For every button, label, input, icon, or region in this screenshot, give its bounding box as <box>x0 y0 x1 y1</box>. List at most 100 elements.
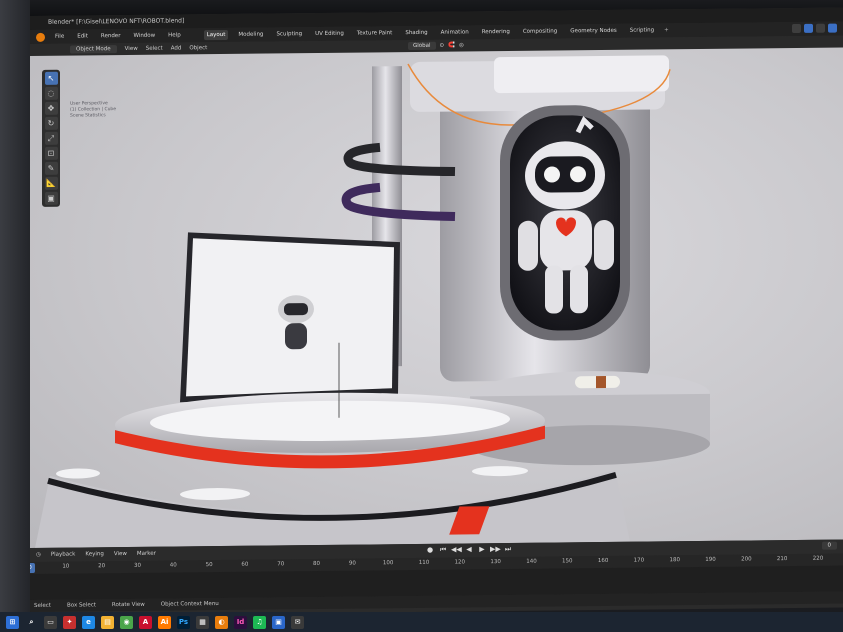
status-select: Select <box>34 602 51 609</box>
timeline-menu-keying[interactable]: Keying <box>85 551 103 557</box>
app-icon-2[interactable]: ▣ <box>272 615 285 629</box>
timeline-tick: 150 <box>562 558 573 565</box>
transform-controls: Global ⊙ 🧲 ◎ <box>408 39 464 52</box>
current-frame-field[interactable]: 0 <box>821 541 837 550</box>
timeline-tick: 30 <box>133 562 141 569</box>
blender-logo-icon[interactable] <box>36 32 45 42</box>
workspace-tab-sculpting[interactable]: Sculpting <box>273 29 305 39</box>
3d-viewport[interactable]: User Perspective (1) Collection | Cube S… <box>30 47 843 549</box>
viewport-menu-select[interactable]: Select <box>146 46 163 52</box>
record-icon[interactable]: ● <box>425 546 435 555</box>
add-workspace-button[interactable]: + <box>664 27 669 33</box>
search-icon[interactable]: ⌕ <box>25 616 38 629</box>
viewport-info-line-3: Scene Statistics <box>70 113 106 119</box>
timeline-tick: 210 <box>776 556 788 563</box>
snap-icon[interactable]: 🧲 <box>448 43 455 49</box>
timeline-menu-marker[interactable]: Marker <box>137 551 156 557</box>
next-key-icon[interactable]: ▶▶ <box>490 545 501 554</box>
timeline-menu-playback[interactable]: Playback <box>51 552 76 558</box>
filter-icon[interactable] <box>828 23 837 33</box>
timeline-tick: 160 <box>597 557 609 565</box>
app-icon-1[interactable]: ▦ <box>196 615 209 629</box>
timeline-tick: 170 <box>633 557 645 564</box>
timeline-editor-icon[interactable]: ◷ <box>36 552 41 558</box>
workspace-tab-compositing[interactable]: Compositing <box>520 26 560 36</box>
proportional-edit-icon[interactable]: ◎ <box>459 42 464 48</box>
render-icon[interactable] <box>816 23 825 33</box>
move-icon[interactable]: ✥ <box>44 101 58 115</box>
pod-robot-left-leg <box>545 265 563 314</box>
workspace-tab-rendering[interactable]: Rendering <box>479 27 513 37</box>
menu-window[interactable]: Window <box>130 31 158 41</box>
timeline-tick: 20 <box>98 563 106 570</box>
workspace-tab-shading[interactable]: Shading <box>402 28 430 38</box>
timeline-tick: 220 <box>812 555 824 562</box>
workspace-tab-texture-paint[interactable]: Texture Paint <box>354 28 396 38</box>
workspace-tab-uv-editing[interactable]: UV Editing <box>312 29 347 39</box>
timeline-tick: 50 <box>205 562 213 569</box>
prev-key-icon[interactable]: ◀◀ <box>451 545 462 554</box>
indesign-icon[interactable]: Id <box>234 615 247 629</box>
select-cursor-icon[interactable]: ↖ <box>44 71 58 85</box>
pivot-icon[interactable]: ⊙ <box>440 43 445 49</box>
pod-robot-right-leg <box>570 265 588 314</box>
workspace-tab-scripting[interactable]: Scripting <box>627 25 657 35</box>
task-view-icon[interactable]: ▭ <box>44 615 57 629</box>
workspace-tab-layout[interactable]: Layout <box>203 29 229 41</box>
workspace-tab-animation[interactable]: Animation <box>438 27 472 37</box>
transform-icon[interactable]: ⊡ <box>44 146 58 160</box>
windows-start-icon[interactable]: ⊞ <box>6 615 19 629</box>
viewport-menu-object[interactable]: Object <box>189 45 207 51</box>
capsule-pill-band <box>596 375 606 389</box>
app-icon-3[interactable]: ✉ <box>291 615 304 629</box>
viewport-menu-add[interactable]: Add <box>171 45 182 51</box>
status-rotate-view: Rotate View <box>111 601 145 609</box>
acrobat-icon[interactable]: A <box>139 615 152 629</box>
timeline-tick: 70 <box>277 561 285 568</box>
photoshop-icon[interactable]: Ps <box>177 615 190 629</box>
view-layer-icon[interactable] <box>804 23 813 33</box>
timeline-tick: 120 <box>454 559 466 566</box>
viewport-menu-view[interactable]: View <box>125 46 138 52</box>
spotify-icon[interactable]: ♫ <box>253 615 266 629</box>
object-mode-dropdown[interactable]: Object Mode <box>70 45 117 54</box>
podium-light-3 <box>56 468 100 479</box>
transform-orientation-dropdown[interactable]: Global <box>408 41 436 51</box>
jump-start-icon[interactable]: ⏮ <box>438 546 448 555</box>
annotate-icon[interactable]: ✎ <box>44 161 58 175</box>
file-explorer-icon[interactable]: ▤ <box>101 615 114 629</box>
status-object-context-menu: Object Context Menu <box>160 601 219 608</box>
status-box-select: Box Select <box>66 602 96 609</box>
scale-icon[interactable]: ⤢ <box>44 131 58 145</box>
workspace-tab-geometry-nodes[interactable]: Geometry Nodes <box>567 26 619 37</box>
timeline-tick: 200 <box>741 556 752 563</box>
play-reverse-icon[interactable]: ◀ <box>464 545 474 554</box>
jump-end-icon[interactable]: ⏭ <box>503 545 513 554</box>
edge-icon[interactable]: e <box>82 615 95 629</box>
pod-robot-face <box>535 156 595 193</box>
timeline-tick: 110 <box>418 559 430 566</box>
add-cube-icon[interactable]: ▣ <box>44 191 58 205</box>
menu-file[interactable]: File <box>52 32 67 42</box>
playhead-frame[interactable]: 0 <box>30 562 35 574</box>
play-icon[interactable]: ▶ <box>477 545 487 554</box>
menu-help[interactable]: Help <box>165 30 184 40</box>
rotate-icon[interactable]: ↻ <box>44 116 58 130</box>
illustrator-icon[interactable]: Ai <box>158 615 171 629</box>
window-title: Blender* [F:\Gisel\LENOVO NFT\ROBOT.blen… <box>48 17 185 26</box>
scene-icon[interactable] <box>792 23 801 34</box>
menu-edit[interactable]: Edit <box>74 31 91 41</box>
chrome-icon[interactable]: ◉ <box>120 615 133 629</box>
cursor-icon[interactable]: ◌ <box>44 86 58 100</box>
pod-robot-right-arm <box>594 219 614 270</box>
podium-light-1 <box>180 488 250 501</box>
app-red-icon[interactable]: ✦ <box>63 615 76 629</box>
timeline-tick: 60 <box>241 561 249 568</box>
playback-controls: ● ⏮ ◀◀ ◀ ▶ ▶▶ ⏭ <box>425 545 513 555</box>
pod-robot-left-arm <box>518 220 538 271</box>
menu-render[interactable]: Render <box>98 31 124 41</box>
measure-icon[interactable]: 📐 <box>44 176 58 190</box>
workspace-tab-modeling[interactable]: Modeling <box>235 30 266 40</box>
timeline-menu-view[interactable]: View <box>114 551 127 557</box>
blender-taskbar-icon[interactable]: ◐ <box>215 615 228 629</box>
